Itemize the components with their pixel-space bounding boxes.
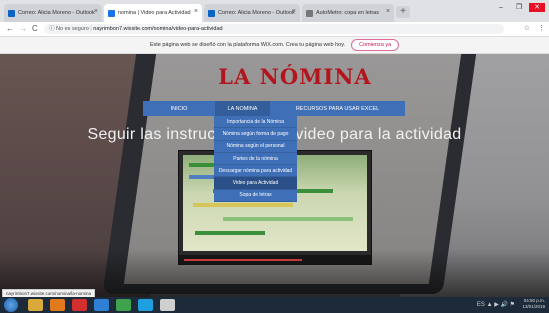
clock-date: 13/01/2019 bbox=[522, 304, 545, 309]
url-text: nayrimbon7.wixsite.com/nomina/video-para… bbox=[93, 26, 223, 32]
dropdown-item-forma-de-pago[interactable]: Nómina según forma de pago bbox=[214, 128, 297, 141]
dropdown-item-descargar[interactable]: Descargar nómina para actividad bbox=[214, 165, 297, 178]
maximize-button[interactable]: ❐ bbox=[511, 3, 527, 12]
tab-title: Correo: Alicia Moreno - Outlook bbox=[18, 10, 95, 16]
bookmark-star-icon[interactable]: ☆ bbox=[524, 24, 530, 32]
window-close-button[interactable]: ✕ bbox=[529, 3, 545, 12]
system-clock[interactable]: 04:50 p.m. 13/01/2019 bbox=[522, 298, 545, 310]
reload-button[interactable]: C bbox=[32, 24, 38, 33]
video-spreadsheet-row bbox=[193, 203, 293, 207]
video-spreadsheet-row bbox=[195, 231, 265, 235]
app-icon[interactable] bbox=[160, 299, 175, 311]
page-content: LA NÓMINA INICIO LA NOMINA RECURSOS PARA… bbox=[0, 54, 549, 297]
dropdown-item-personal[interactable]: Nómina según el personal bbox=[214, 141, 297, 153]
dropdown-item-sopa-de-letras[interactable]: Sopa de letras bbox=[214, 190, 297, 203]
system-tray-icons[interactable]: ES ▲ ▶ 🔊 ⚑ bbox=[477, 301, 515, 308]
address-bar: ← → C ⓘ No es seguro | nayrimbon7.wixsit… bbox=[0, 22, 549, 37]
page-icon bbox=[306, 9, 313, 17]
close-icon[interactable]: × bbox=[386, 8, 390, 15]
browser-tab-outlook-2[interactable]: Correo: Alicia Moreno - Outlook × bbox=[204, 4, 300, 22]
media-player-icon[interactable] bbox=[50, 299, 65, 311]
browser-tab-strip: Correo: Alicia Moreno - Outlook × nomina… bbox=[0, 0, 549, 22]
minimize-button[interactable]: – bbox=[493, 3, 509, 12]
browser-tab-autometro[interactable]: AutoMetro: copa en letras × bbox=[302, 4, 394, 22]
site-title: LA NÓMINA bbox=[218, 64, 372, 89]
security-label: No es seguro bbox=[56, 26, 89, 32]
new-tab-button[interactable]: + bbox=[396, 6, 410, 18]
wix-favicon-icon bbox=[108, 9, 115, 17]
chrome-icon[interactable] bbox=[116, 299, 131, 311]
site-nav-menu: INICIO LA NOMINA RECURSOS PARA USAR EXCE… bbox=[143, 101, 405, 116]
dropdown-item-video-actividad[interactable]: Video para Actividad bbox=[214, 177, 297, 190]
outlook-icon bbox=[8, 9, 15, 17]
video-progress-bar[interactable] bbox=[184, 259, 302, 261]
outlook-icon bbox=[208, 9, 215, 17]
back-button[interactable]: ← bbox=[6, 24, 14, 33]
start-button[interactable] bbox=[4, 298, 18, 312]
skype-icon[interactable] bbox=[138, 299, 153, 311]
url-input[interactable]: ⓘ No es seguro | nayrimbon7.wixsite.com/… bbox=[44, 24, 504, 34]
browser-tab-active[interactable]: nomina | Video para Actividad × bbox=[104, 4, 202, 22]
wix-banner: Este página web se diseñó con la platafo… bbox=[0, 37, 549, 54]
dropdown-item-partes[interactable]: Partes de la nómina bbox=[214, 153, 297, 166]
nav-item-recursos-excel[interactable]: RECURSOS PARA USAR EXCEL bbox=[270, 101, 405, 116]
address-actions: ☆ ⋮ bbox=[524, 24, 545, 32]
window-controls: – ❐ ✕ bbox=[493, 3, 545, 12]
close-icon[interactable]: × bbox=[194, 8, 198, 15]
tab-title: AutoMetro: copa en letras bbox=[316, 10, 379, 16]
explorer-icon[interactable] bbox=[28, 299, 43, 311]
browser-menu-icon[interactable]: ⋮ bbox=[538, 24, 545, 32]
windows-taskbar: ES ▲ ▶ 🔊 ⚑ 04:50 p.m. 13/01/2019 bbox=[0, 297, 549, 313]
dropdown-item-importancia[interactable]: Importancia de la Nómina bbox=[214, 116, 297, 129]
acrobat-icon[interactable] bbox=[72, 299, 87, 311]
video-spreadsheet-row bbox=[223, 217, 353, 221]
forward-button[interactable]: → bbox=[19, 24, 27, 33]
nav-item-la-nomina[interactable]: LA NOMINA bbox=[215, 101, 270, 116]
edge-icon[interactable] bbox=[94, 299, 109, 311]
browser-tab-outlook-1[interactable]: Correo: Alicia Moreno - Outlook × bbox=[4, 4, 102, 22]
close-icon[interactable]: × bbox=[292, 8, 296, 15]
nav-item-inicio[interactable]: INICIO bbox=[143, 101, 215, 116]
close-icon[interactable]: × bbox=[94, 8, 98, 15]
tab-title: Correo: Alicia Moreno - Outlook bbox=[218, 10, 295, 16]
tab-title: nomina | Video para Actividad bbox=[118, 10, 191, 16]
nomina-dropdown-menu: Importancia de la Nómina Nómina según fo… bbox=[214, 116, 297, 203]
wix-banner-text: Este página web se diseñó con la platafo… bbox=[149, 42, 346, 48]
wix-start-button[interactable]: Comienza ya bbox=[351, 39, 400, 51]
info-icon: ⓘ bbox=[49, 26, 55, 32]
